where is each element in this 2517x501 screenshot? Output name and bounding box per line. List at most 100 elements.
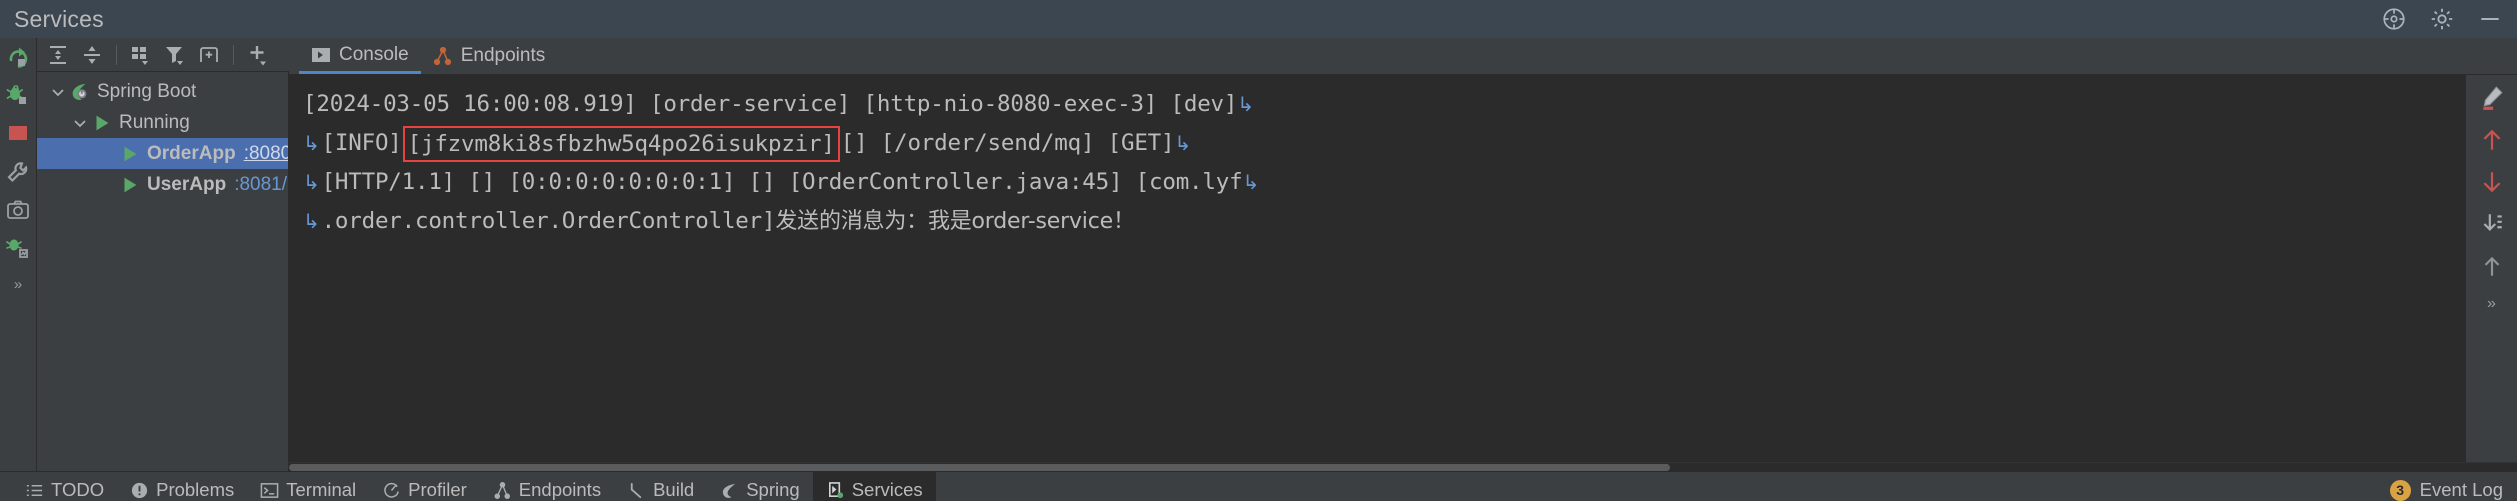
camera-icon[interactable] [6,198,30,222]
services-icon [826,481,845,500]
console-line-level: [INFO] [321,130,402,156]
run-strip-more-button[interactable]: » [14,276,22,293]
toolwindow-label: TODO [51,479,105,500]
rerun-icon[interactable] [6,46,30,70]
scroll-to-end-icon[interactable] [2479,211,2505,237]
event-log-label: Event Log [2419,479,2503,500]
trace-id-highlight: [jfzvm8ki8sfbzhw5q4po26isukpzir] [402,125,840,162]
soft-wrap-marker-icon: ↳ [1237,92,1254,116]
problems-icon [130,481,149,500]
toolwindow-label: Terminal [286,479,357,500]
scrollbar-thumb[interactable] [289,464,1671,471]
tree-node-running[interactable]: Running [37,107,288,138]
bottom-tool-window-bar: TODO Problems Terminal Profiler Endpoint… [0,471,2517,501]
chevron-down-icon[interactable] [47,84,69,100]
toolwindow-services[interactable]: Services [812,471,936,501]
chevron-down-icon[interactable] [69,115,91,131]
toolwindow-terminal[interactable]: Terminal [247,472,369,501]
help-icon[interactable] [2381,6,2407,32]
console-line-2: ↳ [INFO] [jfzvm8ki8sfbzhw5q4po26isukpzir… [303,124,2465,163]
console-line-3: ↳ [HTTP/1.1] [] [0:0:0:0:0:0:0:1] [] [Or… [303,163,2465,202]
soft-wrap-marker-icon: ↳ [1174,131,1191,155]
toolwindow-label: Profiler [408,479,467,500]
console-line-1: [2024-03-05 16:00:08.919] [order-service… [303,85,2465,124]
tree-node-userapp[interactable]: UserApp :8081/ [37,169,288,200]
soft-wrap-marker-icon: ↳ [303,131,320,155]
scroll-down-icon[interactable] [2479,169,2505,195]
soft-wrap-icon[interactable] [2479,85,2505,111]
spring-leaf-icon [720,481,739,500]
tree-node-port-link[interactable]: :8080/ [244,143,288,165]
tree-node-port-link[interactable]: :8081/ [234,174,287,196]
toolwindow-todo[interactable]: TODO [12,472,117,501]
filter-button[interactable] [160,42,190,68]
tab-label: Console [339,43,409,65]
console-column: Console Endpoints [2024-03-05 16:00:08.9… [289,38,2517,471]
toolwindow-build[interactable]: Build [614,472,707,501]
console-tab-bar: Console Endpoints [289,38,2517,75]
console-text[interactable]: [2024-03-05 16:00:08.919] [order-service… [289,75,2465,462]
console-line-request: [] [/order/send/mq] [GET] [840,130,1175,156]
move-up-icon[interactable] [2479,253,2505,279]
tree-node-label: Spring Boot [97,80,197,102]
tree-node-spring-boot[interactable]: Spring Boot [37,76,288,107]
expand-all-button[interactable] [43,42,73,68]
tree-node-label: OrderApp [147,142,236,164]
console-output-area[interactable]: [2024-03-05 16:00:08.919] [order-service… [289,75,2517,462]
toolwindow-label: Endpoints [518,479,602,500]
toolbar-separator-2 [233,44,234,65]
collapse-all-button[interactable] [77,42,107,68]
settings-wrench-icon[interactable] [6,160,30,184]
minimize-icon[interactable] [2477,6,2503,32]
profiler-icon [382,481,401,500]
run-play-icon [119,174,141,196]
profiler-icon[interactable] [6,236,30,260]
run-play-icon [91,112,113,134]
event-log-button[interactable]: 3 Event Log [2389,472,2503,501]
endpoints-icon [433,46,453,66]
tree-node-label: Running [119,111,190,133]
services-body: » Spring Boot Running OrderApp:808 User… [0,38,2517,471]
event-log-badge: 3 [2389,479,2411,501]
toolwindow-label: Spring [746,479,800,500]
run-control-strip: » [0,38,37,471]
tree-node-label: UserApp [147,173,227,195]
console-icon [311,45,331,65]
toolwindow-label: Problems [156,479,235,500]
tab-label: Endpoints [460,45,546,66]
window-title-bar: Services [0,0,2517,38]
build-hammer-icon [627,481,646,500]
soft-wrap-marker-icon: ↳ [303,209,320,233]
console-horizontal-scrollbar[interactable] [289,462,2517,471]
group-by-button[interactable] [126,42,156,68]
window-title: Services [14,5,104,32]
tree-node-orderapp[interactable]: OrderApp :8080/ [37,138,288,169]
spring-boot-icon [69,81,91,103]
console-line-text: [2024-03-05 16:00:08.919] [order-service… [303,91,1238,117]
toolwindow-label: Build [653,479,695,500]
add-service-button[interactable] [243,42,273,68]
console-line-4: ↳ .order.controller.OrderController] 发送的… [303,202,2465,241]
scroll-up-icon[interactable] [2479,127,2505,153]
show-frame-button[interactable] [194,42,224,68]
toolwindow-problems[interactable]: Problems [117,472,247,501]
terminal-icon [260,481,279,500]
tab-console[interactable]: Console [299,38,421,74]
toolbar-separator [116,44,117,65]
console-line-message: 发送的消息为：我是order-service！ [775,209,1135,234]
debug-icon[interactable] [6,84,30,108]
toolwindow-endpoints[interactable]: Endpoints [480,472,614,501]
run-play-icon [119,143,141,165]
toolwindow-label: Services [851,479,923,500]
settings-gear-icon[interactable] [2429,6,2455,32]
stop-icon[interactable] [6,122,30,146]
services-tree[interactable]: Spring Boot Running OrderApp :8080/ [37,72,289,471]
toolwindow-profiler[interactable]: Profiler [369,472,480,501]
tab-endpoints[interactable]: Endpoints [421,38,558,74]
toolwindow-spring[interactable]: Spring [707,472,812,501]
todo-list-icon [25,481,44,500]
soft-wrap-marker-icon: ↳ [303,170,320,194]
services-tree-column: Spring Boot Running OrderApp :8080/ [37,38,289,471]
console-line-text: [HTTP/1.1] [] [0:0:0:0:0:0:0:1] [] [Orde… [321,169,1243,195]
console-gutter-more-button[interactable]: » [2487,295,2496,313]
